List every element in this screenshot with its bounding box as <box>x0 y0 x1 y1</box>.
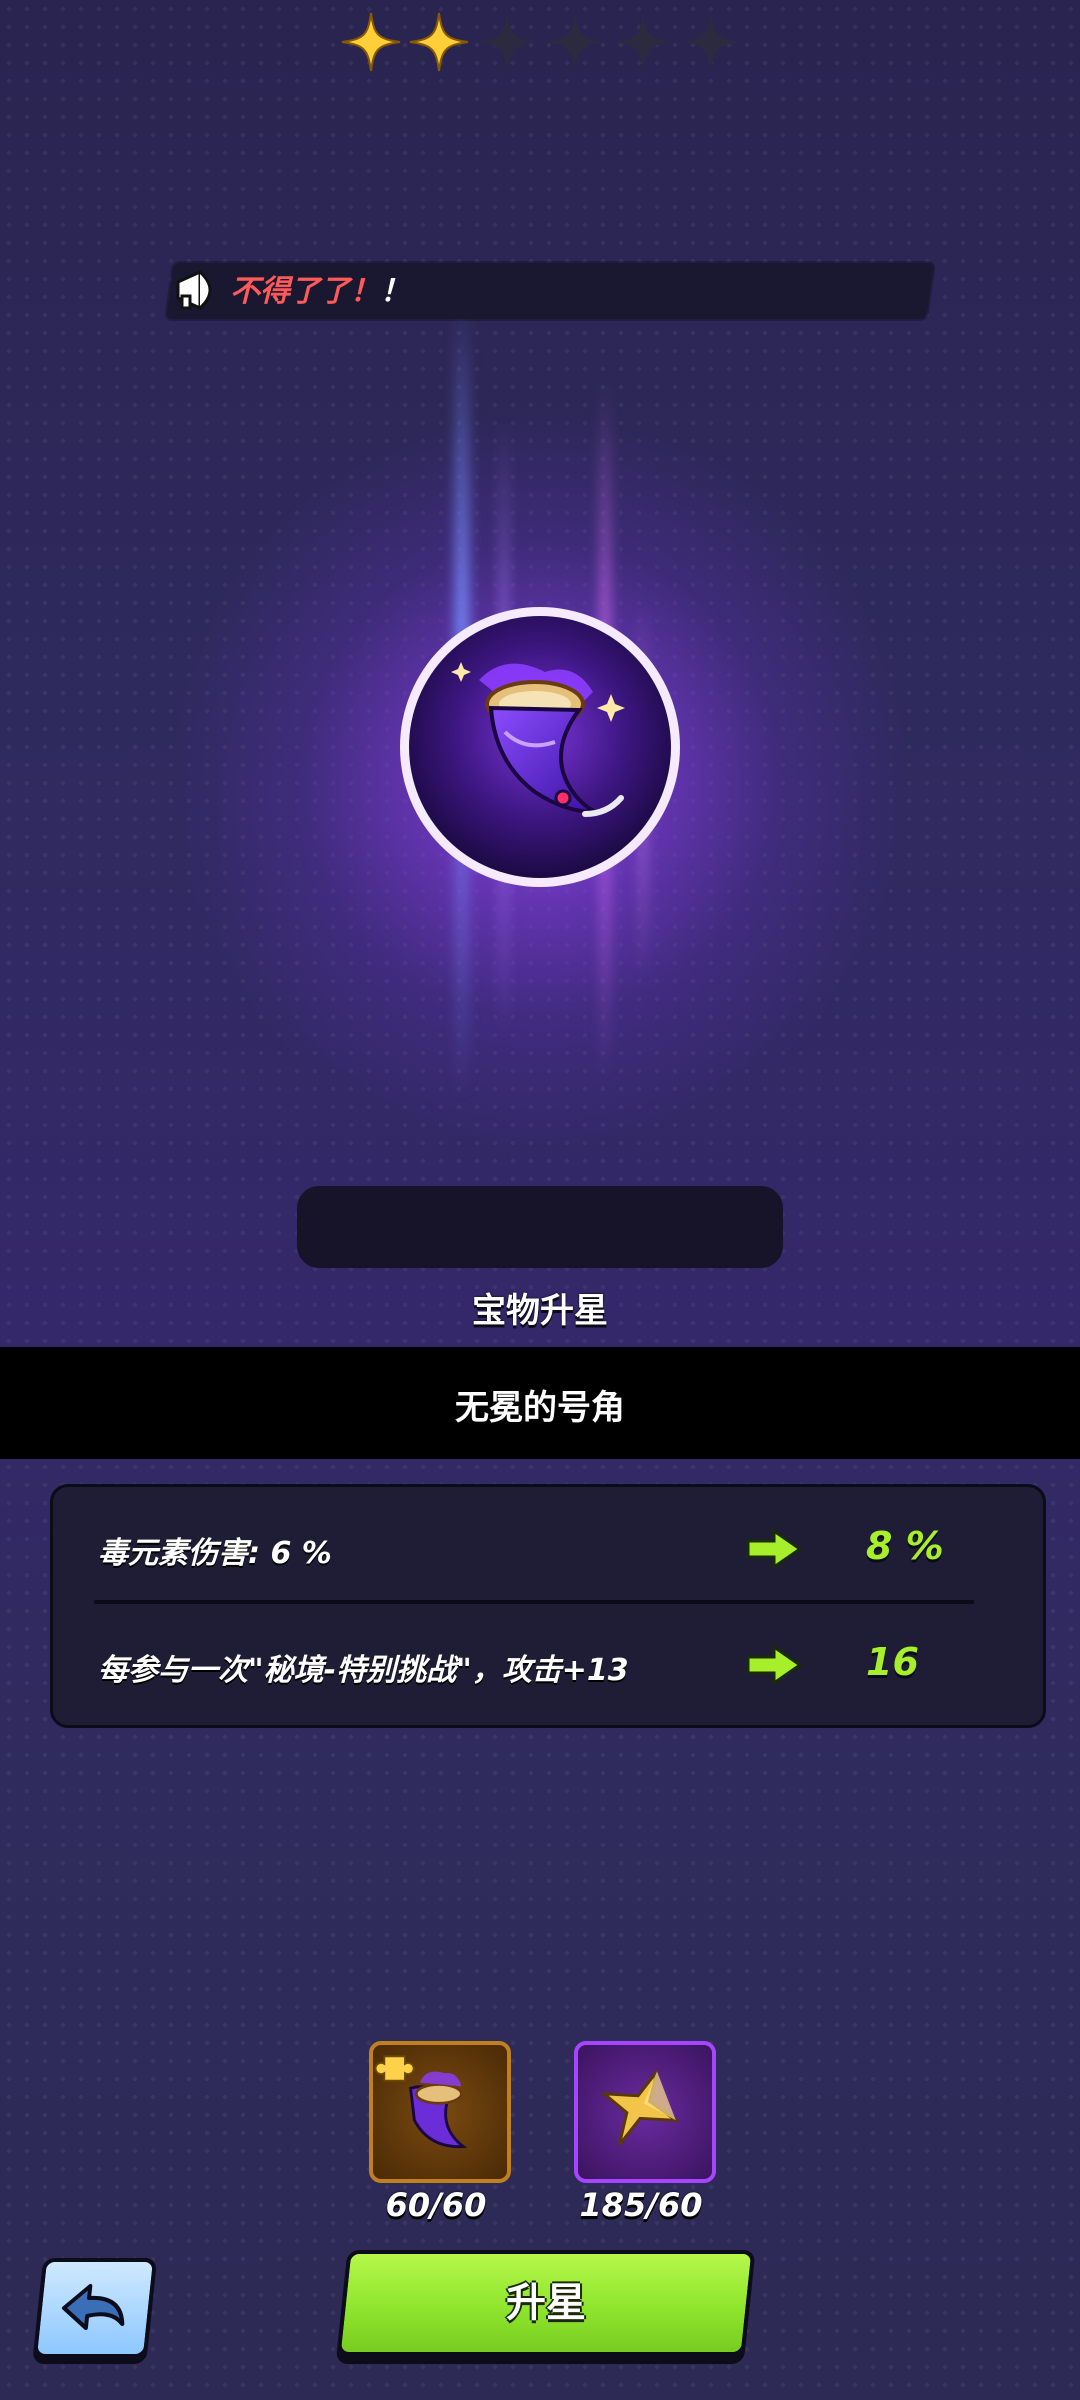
stat-text: 每参与一次"秘境-特别挑战"，攻击+13 <box>98 1653 629 1688</box>
purple-horn-icon[interactable] <box>395 602 685 892</box>
star-rating-bar <box>297 1186 783 1268</box>
star-filled-icon <box>409 12 469 72</box>
material-card[interactable] <box>369 2041 511 2183</box>
megaphone-icon <box>176 269 212 311</box>
stats-panel <box>50 1484 1046 1728</box>
material-card[interactable] <box>574 2041 716 2183</box>
gold-star-icon <box>600 2070 681 2146</box>
notice-text: 不得了了！！ <box>230 274 410 309</box>
stat-text: 毒元素伤害: 6 % <box>98 1536 332 1571</box>
arrow-right-icon <box>746 1644 803 1686</box>
stat-new-value: 16 <box>866 1640 919 1684</box>
material-count: 60/60 <box>385 2186 487 2224</box>
upgrade-title: 宝物升星 <box>472 1291 608 1331</box>
star-empty-icon <box>478 13 536 71</box>
material-count: 185/60 <box>579 2186 703 2224</box>
horn-fragment-icon <box>374 2055 468 2148</box>
star-filled-icon <box>341 12 401 72</box>
back-arrow-icon <box>61 2284 125 2330</box>
stat-new-value: 8 % <box>866 1524 944 1568</box>
star-empty-icon <box>614 13 672 71</box>
star-up-label: 升星 <box>506 2280 586 2326</box>
star-empty-icon <box>546 13 604 71</box>
treasure-name: 无冕的号角 <box>455 1388 625 1428</box>
stats-divider <box>94 1600 974 1604</box>
arrow-right-icon <box>746 1528 803 1570</box>
back-button[interactable] <box>32 2258 158 2358</box>
star-empty-icon <box>682 13 740 71</box>
